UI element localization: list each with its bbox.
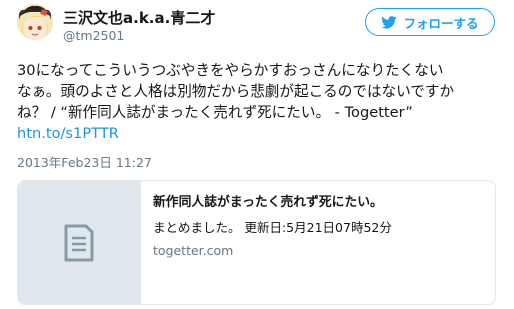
screen-name[interactable]: @tm2501: [63, 28, 124, 43]
twitter-bird-icon: [381, 15, 398, 29]
follow-button[interactable]: フォローする: [365, 8, 495, 36]
card-domain: togetter.com: [153, 243, 234, 258]
card-thumbnail: [18, 181, 141, 304]
card-description: まとめました。 更新日:5月21日07時52分: [153, 220, 392, 235]
follow-button-label: フォローする: [403, 15, 479, 31]
tweet-timestamp[interactable]: 2013年Feb23日 11:27: [17, 152, 152, 171]
avatar-image: [17, 4, 53, 40]
tweet-link[interactable]: htn.to/s1PTTR: [17, 125, 119, 142]
tweet-text: 30になってこういうつぶやきをやらかすおっさんになりたくない なぁ。頭のよさと人…: [17, 60, 503, 144]
avatar[interactable]: [17, 4, 53, 40]
link-card[interactable]: 新作同人誌がまったく売れず死にたい。 まとめました。 更新日:5月21日07時5…: [17, 180, 496, 305]
card-body: 新作同人誌がまったく売れず死にたい。 まとめました。 更新日:5月21日07時5…: [153, 194, 488, 260]
display-name[interactable]: 三沢文也a.k.a.青二才: [63, 7, 215, 28]
document-icon: [64, 224, 94, 261]
card-title[interactable]: 新作同人誌がまったく売れず死にたい。: [153, 194, 488, 212]
tweet-line-3: ね？ / “新作同人誌がまったく売れず死にたい。 - Togetter”: [17, 104, 413, 121]
tweet-line-2: なぁ。頭のよさと人格は別物だから悲劇が起こるのではないですか: [17, 83, 455, 100]
tweet-line-1: 30になってこういうつぶやきをやらかすおっさんになりたくない: [17, 62, 444, 79]
